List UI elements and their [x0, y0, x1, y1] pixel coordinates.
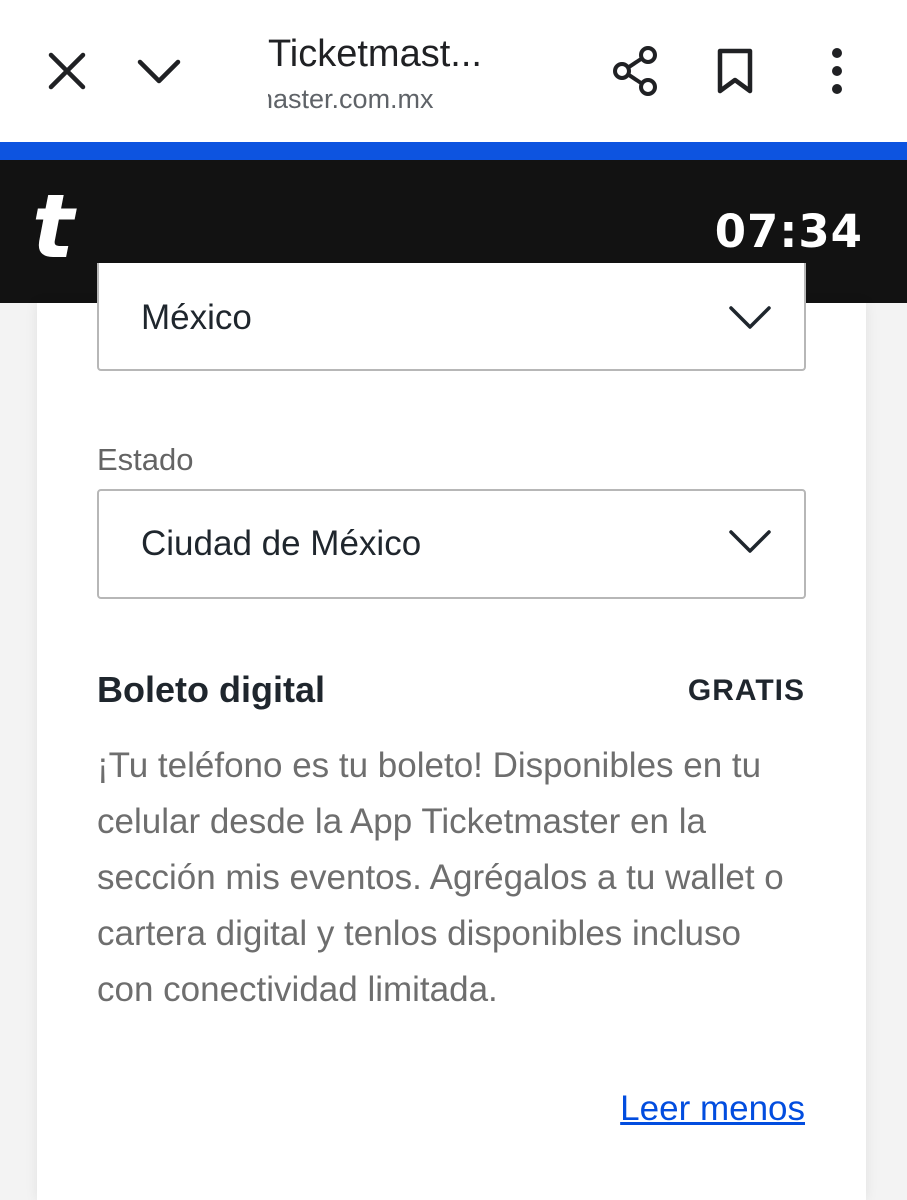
state-select[interactable]: Ciudad de México [97, 489, 806, 599]
page-title-block[interactable]: Ticketmast... naster.com.mx [268, 28, 588, 118]
page-title: Ticketmast... [268, 33, 482, 75]
delivery-option-description: ¡Tu teléfono es tu boleto! Disponibles e… [97, 746, 784, 1009]
state-label: Estado [97, 442, 194, 477]
close-icon [48, 52, 86, 90]
state-select-value: Ciudad de México [141, 524, 422, 563]
browser-toolbar: Ticketmast... naster.com.mx [0, 0, 907, 142]
delivery-card: México Estado Ciudad de México Boleto di… [37, 263, 866, 1200]
delivery-option-price: GRATIS [687, 674, 805, 707]
bookmark-button[interactable] [704, 40, 766, 102]
page-url-clip: naster.com.mx [268, 82, 588, 116]
collapse-button[interactable] [128, 40, 190, 102]
close-tab-button[interactable] [36, 40, 98, 102]
read-less-link[interactable]: Leer menos [620, 1085, 805, 1133]
share-button[interactable] [604, 40, 666, 102]
more-options-button[interactable] [806, 40, 868, 102]
delivery-option-title: Boleto digital [97, 669, 325, 710]
ticketmaster-logo[interactable]: t [32, 182, 92, 272]
bookmark-icon [717, 48, 753, 94]
page-url: naster.com.mx [268, 84, 434, 114]
chevron-down-icon [137, 59, 181, 84]
chevron-down-icon [729, 530, 771, 553]
progress-accent-line [0, 142, 907, 160]
checkout-timer: 07:34 [714, 205, 863, 258]
more-vert-icon [832, 48, 842, 94]
share-icon [613, 46, 657, 96]
country-select-value: México [141, 298, 252, 337]
chevron-down-icon [729, 306, 771, 329]
country-select[interactable]: México [97, 263, 806, 371]
